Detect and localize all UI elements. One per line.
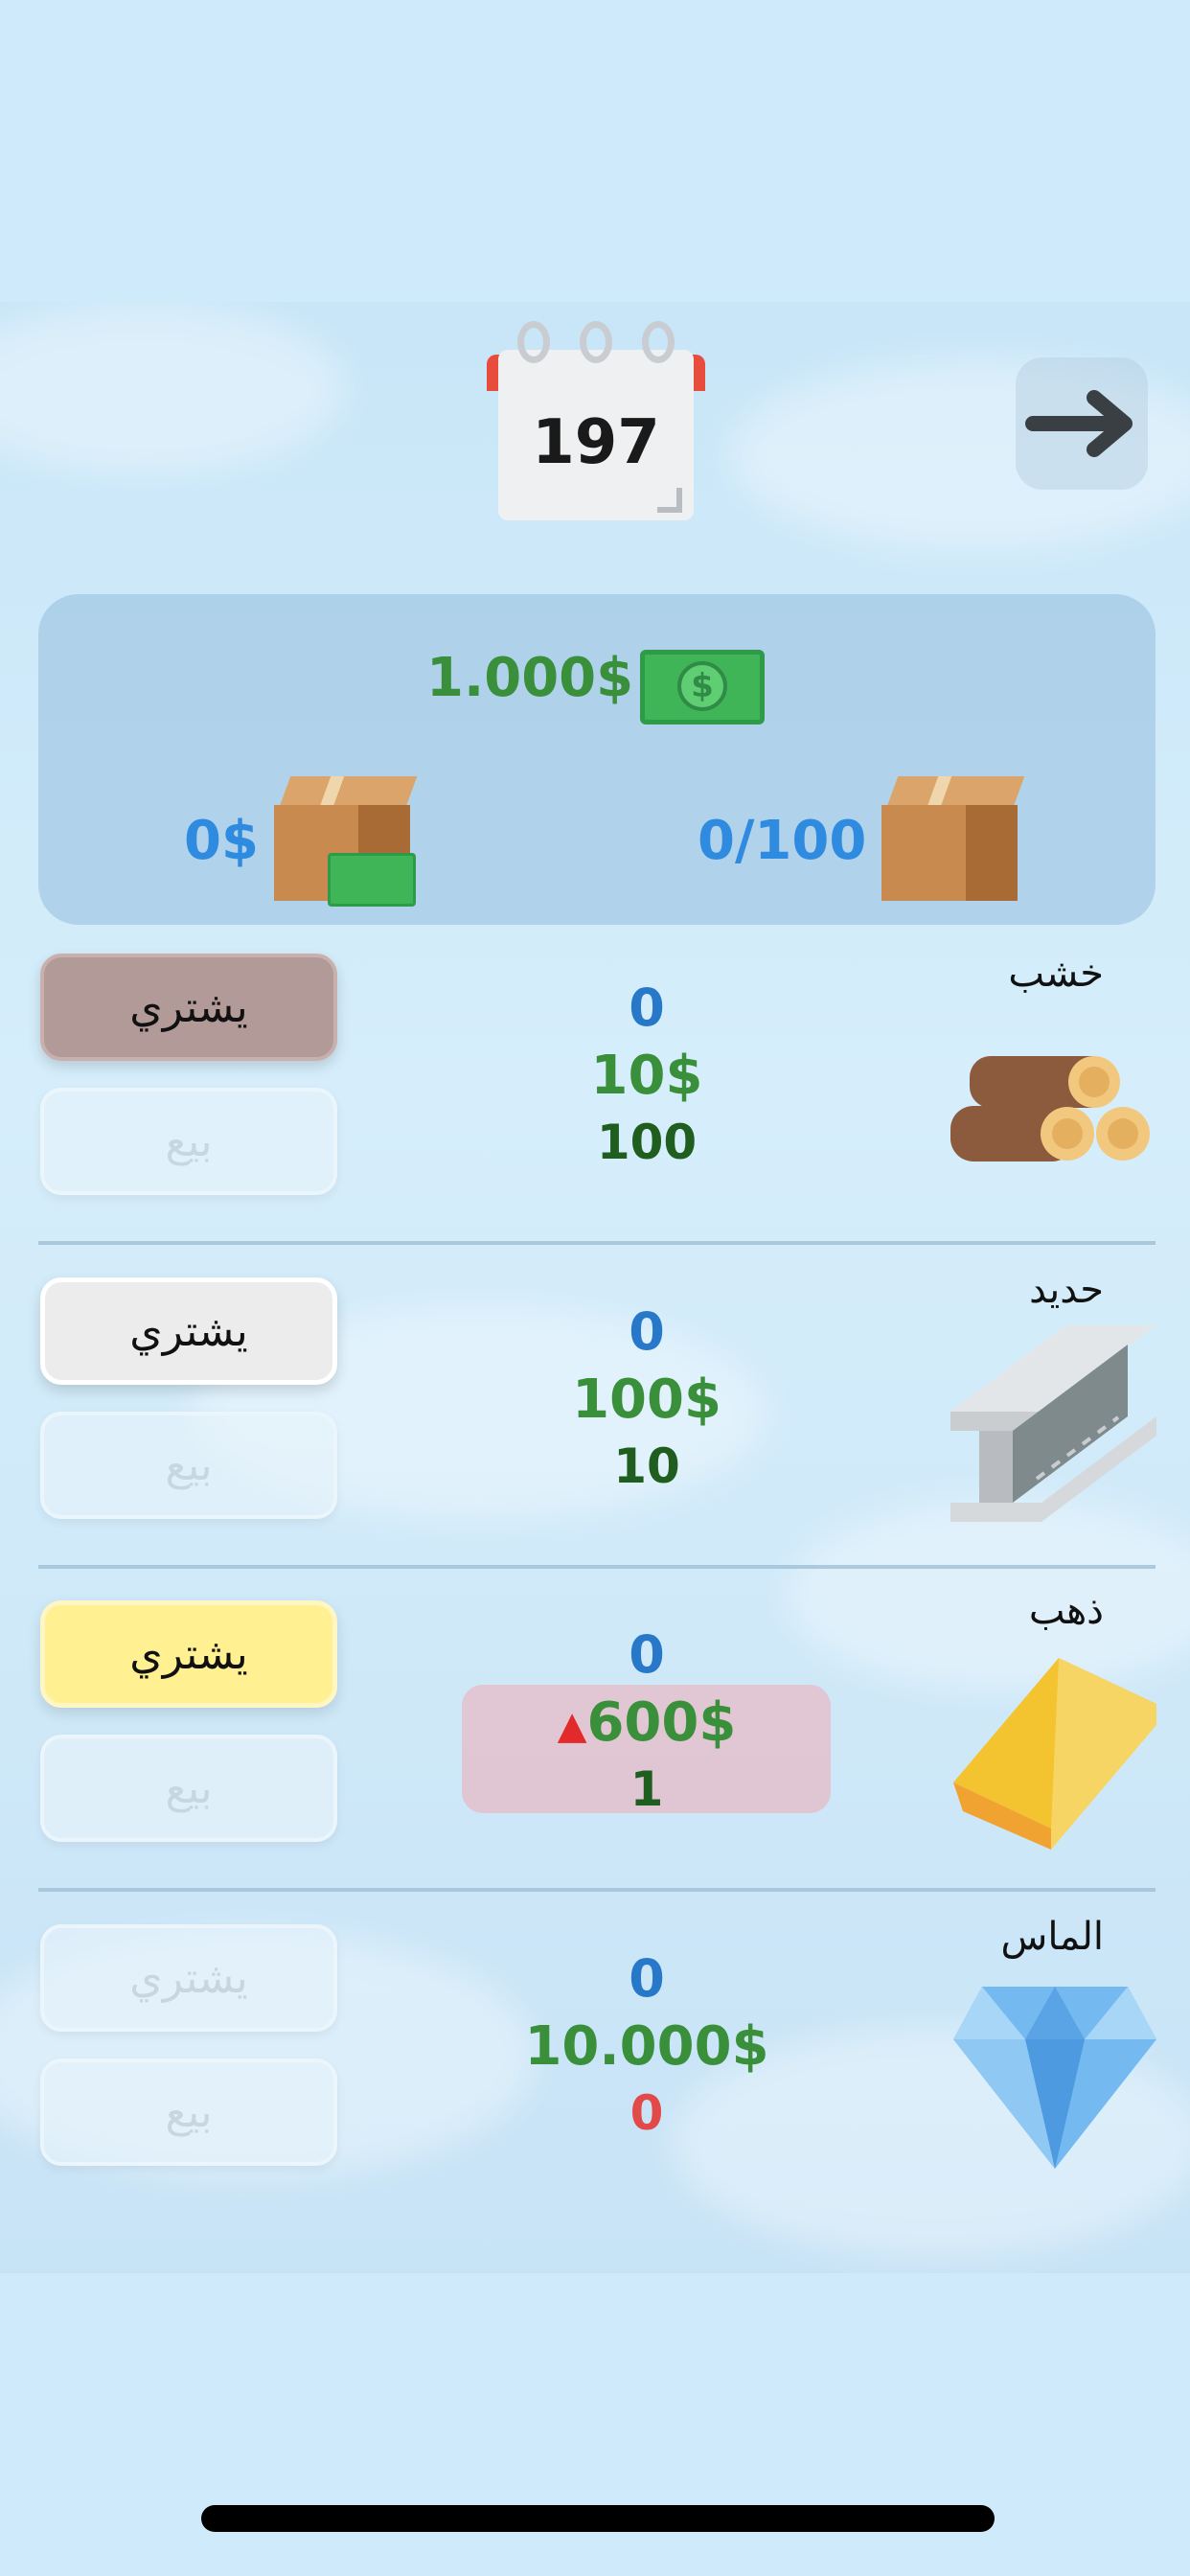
stock-count: 10 <box>613 1438 680 1494</box>
price: 600$ <box>586 1691 737 1754</box>
next-day-button[interactable] <box>1016 357 1148 490</box>
row-divider <box>38 1241 1156 1245</box>
stock-count: 0 <box>629 2085 664 2141</box>
price: 10$ <box>590 1045 703 1107</box>
calendar-ring-icon <box>642 321 675 363</box>
buy-button[interactable]: يشتري <box>40 954 337 1061</box>
game-screen: 197 1.000$ $ 0$ 0/100 خشب يشتري بيع 0 10… <box>0 302 1190 2273</box>
owned-count: 0 <box>629 1301 665 1362</box>
row-divider <box>38 1565 1156 1569</box>
buy-button[interactable]: يشتري <box>40 1924 337 2032</box>
owned-count: 0 <box>629 978 665 1038</box>
resource-name: ذهب <box>1028 1589 1104 1633</box>
money-balance: 1.000$ <box>426 647 634 709</box>
price: 100$ <box>572 1368 721 1431</box>
day-calendar: 197 <box>487 321 705 524</box>
wood-logs-icon <box>950 1056 1150 1162</box>
stats-panel: 1.000$ $ 0$ 0/100 <box>38 594 1156 925</box>
sell-button[interactable]: بيع <box>40 1735 337 1842</box>
resource-name: خشب <box>1008 952 1104 996</box>
day-counter: 197 <box>532 407 660 478</box>
sell-button[interactable]: بيع <box>40 2058 337 2166</box>
stock-count: 1 <box>629 1761 664 1817</box>
buy-button[interactable]: يشتري <box>40 1600 337 1708</box>
owned-count: 0 <box>629 1624 665 1685</box>
cash-bill-icon: $ <box>640 650 765 724</box>
calendar-ring-icon <box>517 321 550 363</box>
resource-row-diamond: الماس يشتري بيع 0 10.000$ 0 <box>0 1915 1190 2246</box>
buy-button[interactable]: يشتري <box>40 1277 337 1385</box>
calendar-fold <box>657 488 682 513</box>
iron-beam-icon <box>950 1325 1156 1522</box>
price-up-arrow-icon: ▲ <box>557 1703 587 1748</box>
price-row: ▲600$ <box>460 1691 834 1754</box>
diamond-icon <box>953 1987 1156 2169</box>
sell-button[interactable]: بيع <box>40 1088 337 1195</box>
owned-count: 0 <box>629 1948 665 2009</box>
storage-capacity: 0/100 <box>698 810 867 872</box>
row-divider <box>38 1888 1156 1892</box>
gold-bar-icon <box>953 1658 1156 1850</box>
box-icon <box>881 776 1025 901</box>
resource-row-gold: ذهب يشتري بيع 0 ▲600$ 1 <box>0 1589 1190 1922</box>
storage-value: 0$ <box>184 810 259 872</box>
sell-button[interactable]: بيع <box>40 1412 337 1519</box>
home-indicator[interactable] <box>201 2505 995 2532</box>
resource-row-wood: خشب يشتري بيع 0 10$ 100 <box>0 952 1190 1276</box>
resource-name: حديد <box>1029 1268 1104 1312</box>
calendar-ring-icon <box>580 321 612 363</box>
arrow-right-icon <box>1025 390 1133 457</box>
stock-count: 100 <box>596 1115 698 1170</box>
resource-row-iron: حديد يشتري بيع 0 100$ 10 <box>0 1268 1190 1599</box>
resource-name: الماس <box>1000 1915 1104 1959</box>
price: 10.000$ <box>524 2015 769 2078</box>
box-cash-icon <box>274 776 418 907</box>
